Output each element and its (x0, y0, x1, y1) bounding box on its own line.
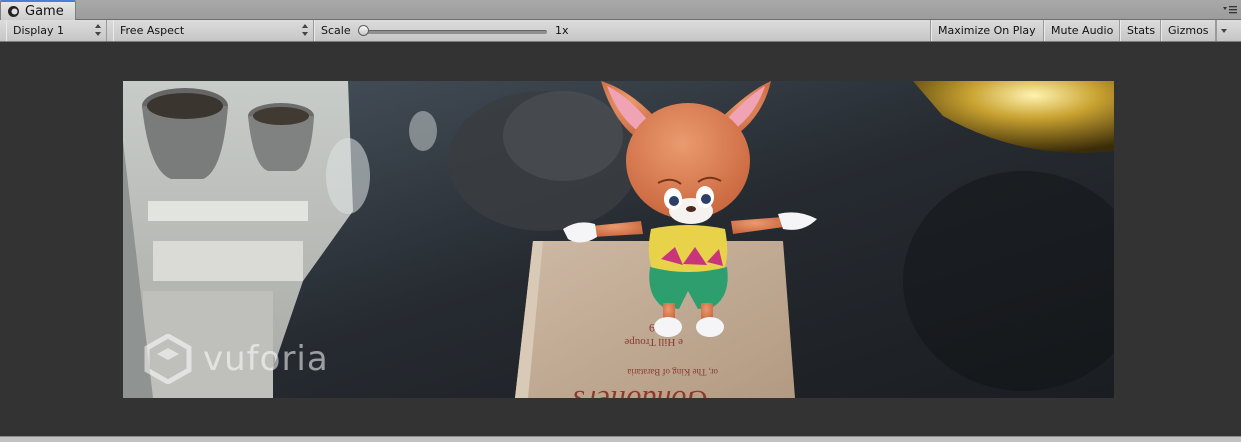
game-viewport[interactable]: e Hill Troupe 2019 Gondoliers or, The Ki… (0, 42, 1241, 436)
unity-logo-icon (7, 5, 20, 18)
aspect-dropdown-label: Free Aspect (120, 24, 185, 37)
scale-control: Scale 1x (314, 20, 931, 41)
scale-value: 1x (555, 24, 569, 37)
display-dropdown[interactable]: Display 1 (6, 20, 107, 41)
mute-audio-toggle[interactable]: Mute Audio (1044, 20, 1120, 41)
vuforia-watermark-text: vuforia (203, 339, 329, 379)
ar-camera-feed: e Hill Troupe 2019 Gondoliers or, The Ki… (123, 81, 1114, 398)
window-bottom-edge (0, 436, 1241, 442)
gizmos-label: Gizmos (1168, 24, 1209, 37)
maximize-on-play-toggle[interactable]: Maximize On Play (931, 20, 1044, 41)
stats-label: Stats (1127, 24, 1156, 37)
tab-title: Game (25, 4, 64, 19)
book-title-text: Gondoliers (573, 384, 708, 398)
stats-toggle[interactable]: Stats (1120, 20, 1161, 41)
game-toolbar: Display 1 Free Aspect Scale 1x Maximize … (0, 20, 1241, 42)
maximize-on-play-label: Maximize On Play (938, 24, 1036, 37)
mute-audio-label: Mute Audio (1051, 24, 1114, 37)
scale-slider-track[interactable] (363, 30, 547, 34)
scale-slider-handle[interactable] (358, 25, 369, 36)
gizmos-dropdown-arrow-icon[interactable] (1216, 20, 1231, 41)
book-company-text: e Hill Troupe (624, 336, 683, 348)
scale-label: Scale (321, 24, 351, 37)
display-dropdown-label: Display 1 (13, 24, 65, 37)
tab-bar: Game (0, 0, 1241, 21)
dropdown-arrows-icon (94, 24, 101, 36)
dropdown-arrows-icon (301, 24, 308, 36)
tab-options-menu-icon[interactable] (1223, 4, 1237, 16)
vuforia-logo-icon (144, 334, 192, 384)
vuforia-watermark: vuforia (143, 334, 329, 384)
tab-game[interactable]: Game (0, 0, 76, 21)
gizmos-toggle[interactable]: Gizmos (1161, 20, 1216, 41)
book-subtitle-text: or, The King of Barataria (627, 367, 718, 377)
aspect-dropdown[interactable]: Free Aspect (113, 20, 314, 41)
